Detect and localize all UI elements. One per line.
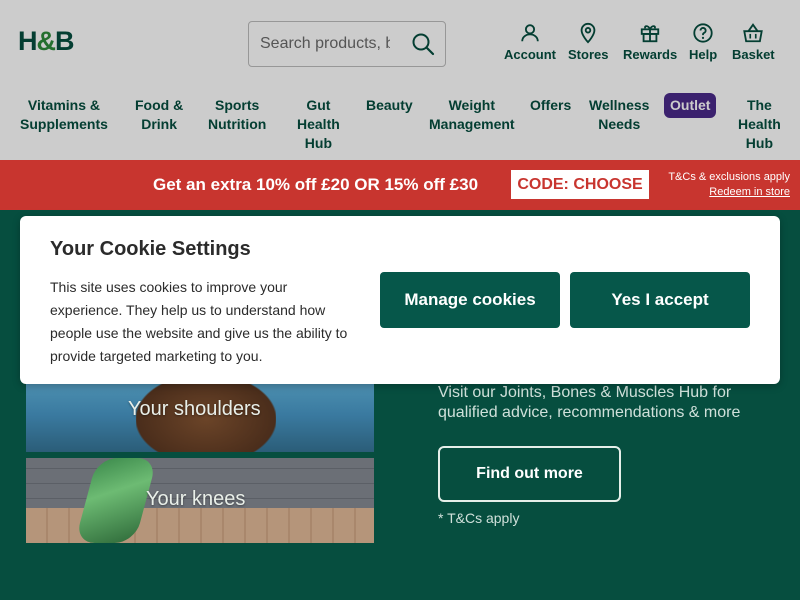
redeem-in-store-link[interactable]: Redeem in store: [668, 185, 790, 200]
find-out-more-button[interactable]: Find out more: [438, 446, 621, 502]
cookie-body: This site uses cookies to improve your e…: [50, 279, 348, 364]
nav-item-food-drink[interactable]: Food & Drink: [135, 96, 183, 134]
nav-item-vitamins-supplements[interactable]: Vitamins & Supplements: [20, 96, 108, 134]
cookie-title: Your Cookie Settings: [50, 238, 251, 260]
person-icon: [521, 24, 539, 42]
nav-item-outlet[interactable]: Outlet: [664, 93, 717, 118]
knees-photo-floor: [26, 508, 374, 543]
cookie-settings-dialog: Your Cookie Settings This site uses cook…: [20, 216, 780, 384]
gift-icon: [640, 25, 660, 43]
site-header: H&B Account Stores Rewards: [0, 0, 800, 160]
manage-cookies-button[interactable]: Manage cookies: [380, 272, 560, 328]
help-circle-icon: [693, 23, 713, 43]
nav-item-gut-health-hub[interactable]: Gut Health Hub: [297, 96, 340, 153]
rewards-link[interactable]: Rewards: [623, 22, 677, 62]
tile-shoulders[interactable]: Your shoulders: [26, 384, 374, 452]
search-icon[interactable]: [411, 32, 435, 56]
nav-item-wellness-needs[interactable]: Wellness Needs: [589, 96, 649, 134]
hero-tiles: Your shoulders Your knees: [26, 384, 374, 543]
tile-knees-label: Your knees: [146, 488, 246, 510]
tile-shoulders-label: Your shoulders: [128, 398, 261, 420]
account-link[interactable]: Account: [504, 22, 556, 62]
search-box: [248, 21, 446, 67]
promo-code: CODE: CHOOSE: [511, 170, 649, 199]
accept-cookies-button[interactable]: Yes I accept: [570, 272, 750, 328]
promo-terms-text: T&Cs & exclusions apply: [668, 171, 790, 183]
hero-description: Visit our Joints, Bones & Muscles Hub fo…: [438, 384, 741, 421]
hero-terms: * T&Cs apply: [438, 510, 520, 526]
promo-banner[interactable]: Get an extra 10% off £20 OR 15% off £30 …: [0, 160, 800, 210]
nav-item-beauty[interactable]: Beauty: [366, 96, 413, 115]
nav-item-offers[interactable]: Offers: [530, 96, 571, 115]
stores-link[interactable]: Stores: [568, 22, 608, 62]
nav-item-weight-management[interactable]: Weight Management: [429, 96, 515, 134]
promo-terms: T&Cs & exclusions apply Redeem in store: [668, 170, 790, 200]
location-pin-icon: [580, 22, 596, 44]
search-input[interactable]: [260, 32, 390, 56]
tile-knees[interactable]: Your knees: [26, 458, 374, 543]
basket-link[interactable]: Basket: [732, 22, 775, 62]
hb-logo[interactable]: H&B: [18, 26, 74, 57]
basket-icon: [743, 23, 764, 43]
nav-item-the-health-hub[interactable]: The Health Hub: [738, 96, 781, 153]
nav-item-sports-nutrition[interactable]: Sports Nutrition: [208, 96, 266, 134]
help-link[interactable]: Help: [689, 22, 717, 62]
promo-text: Get an extra 10% off £20 OR 15% off £30: [153, 175, 479, 194]
